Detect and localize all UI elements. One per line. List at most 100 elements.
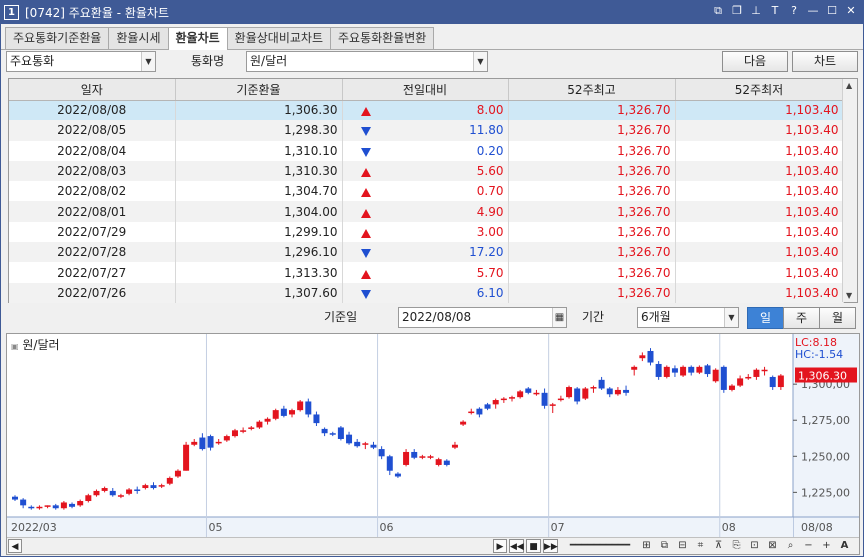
- period-button-1[interactable]: 주: [783, 307, 820, 329]
- table-row[interactable]: 2022/08/04 1,310.10 0.20 1,326.70 1,103.40: [9, 140, 844, 161]
- candlestick-chart[interactable]: 1,300,001,275,001,250,001,225,002022/03 0…: [7, 334, 859, 537]
- line-tool-icon[interactable]: ⊼: [711, 539, 726, 553]
- candle-body: [614, 389, 621, 395]
- zoom-slider[interactable]: ━━━━━━━━━━: [565, 539, 635, 553]
- toolbar: 주요통화 ▼ 통화명 원/달러 ▼ 다음 차트: [6, 51, 861, 73]
- currency-group-select[interactable]: 주요통화 ▼: [6, 51, 156, 72]
- scroll-left-icon[interactable]: ◀: [8, 539, 22, 553]
- up-triangle-icon: [360, 188, 371, 198]
- tab-3[interactable]: 환율상대비교차트: [226, 27, 331, 49]
- change-value: 0.20: [476, 143, 504, 158]
- candle-body: [394, 473, 401, 477]
- rate-table: 일자 기준환율 전일대비 52주최고 52주최저 2022/08/08 1,306.30 8…: [8, 78, 858, 303]
- table-scrollbar[interactable]: ▲ ▼: [842, 79, 857, 302]
- column-header[interactable]: 52주최고: [508, 79, 676, 101]
- scroll-right-icon[interactable]: ▶: [493, 539, 507, 553]
- date-cell: 2022/07/29: [9, 221, 176, 243]
- indicator-icon[interactable]: ⌗: [693, 539, 708, 553]
- column-header[interactable]: 전일대비: [342, 79, 509, 101]
- change-value: 3.00: [476, 224, 504, 239]
- candle-body: [386, 456, 393, 471]
- chart-button[interactable]: 차트: [792, 51, 858, 72]
- save-image-icon[interactable]: ⊠: [765, 539, 780, 553]
- candle-body: [728, 385, 735, 390]
- calendar-icon[interactable]: ▦: [552, 308, 566, 327]
- scroll-down-icon[interactable]: ▼: [846, 291, 852, 300]
- chevron-down-icon[interactable]: ▼: [141, 52, 155, 71]
- table-row[interactable]: 2022/08/02 1,304.70 0.70 1,326.70 1,103.40: [9, 181, 844, 202]
- up-triangle-icon: [360, 168, 371, 178]
- close-icon[interactable]: ✕: [844, 3, 858, 19]
- tab-2[interactable]: 환율차트: [167, 27, 228, 50]
- table-header-row: 일자 기준환율 전일대비 52주최고 52주최저: [9, 79, 844, 101]
- period-value: 6개월: [641, 310, 671, 324]
- candle-body: [468, 411, 475, 414]
- scroll-up-icon[interactable]: ▲: [846, 81, 852, 90]
- candle-body: [28, 506, 35, 509]
- table-row[interactable]: 2022/08/03 1,310.30 5.60 1,326.70 1,103.40: [9, 160, 844, 182]
- zoom-out-icon[interactable]: −: [801, 539, 816, 553]
- candle-body: [370, 444, 377, 448]
- candle-body: [557, 398, 564, 401]
- next-button[interactable]: 다음: [722, 51, 788, 72]
- chevron-down-icon[interactable]: ▼: [473, 52, 487, 71]
- currency-name-select[interactable]: 원/달러 ▼: [246, 51, 488, 72]
- table-row[interactable]: 2022/08/08 1,306.30 8.00 1,326.70 1,103.40: [9, 100, 844, 121]
- maximize-icon[interactable]: ☐: [825, 3, 839, 19]
- window-icon[interactable]: ⧉: [657, 539, 672, 553]
- rate-cell: 1,310.30: [175, 160, 343, 182]
- high-52w-cell: 1,326.70: [508, 282, 676, 303]
- tab-1[interactable]: 환율시세: [108, 27, 169, 49]
- table-row[interactable]: 2022/07/29 1,299.10 3.00 1,326.70 1,103.40: [9, 221, 844, 243]
- candle-body: [44, 505, 51, 507]
- column-header[interactable]: 기준환율: [175, 79, 343, 101]
- table-row[interactable]: 2022/07/28 1,296.10 17.20 1,326.70 1,103.40: [9, 242, 844, 263]
- candle-body: [280, 408, 287, 416]
- font-size-icon[interactable]: T: [768, 3, 782, 19]
- copy-window-icon[interactable]: ❐: [730, 3, 744, 19]
- minimize-icon[interactable]: —: [806, 3, 820, 19]
- auto-scale-icon[interactable]: A: [837, 539, 852, 553]
- candle-body: [696, 366, 703, 373]
- table-row[interactable]: 2022/07/27 1,313.30 5.70 1,326.70 1,103.40: [9, 262, 844, 283]
- fast-forward-icon[interactable]: ▶▶: [543, 539, 558, 553]
- pin-icon[interactable]: ⊥: [749, 3, 763, 19]
- column-header[interactable]: 52주최저: [675, 79, 844, 101]
- candle-body: [623, 389, 630, 393]
- table-row[interactable]: 2022/08/01 1,304.00 4.90 1,326.70 1,103.40: [9, 201, 844, 222]
- rate-cell: 1,310.10: [175, 140, 343, 161]
- rate-cell: 1,298.30: [175, 120, 343, 141]
- date-cell: 2022/08/04: [9, 140, 176, 161]
- currency-name-label: 통화명: [191, 54, 225, 68]
- period-button-2[interactable]: 월: [819, 307, 856, 329]
- stop-icon[interactable]: ■: [526, 539, 541, 553]
- zoom-icon[interactable]: ⌕: [783, 539, 798, 553]
- change-value: 4.90: [476, 204, 504, 219]
- base-date-input[interactable]: 2022/08/08 ▦: [398, 307, 567, 328]
- change-value: 11.80: [469, 123, 504, 138]
- layout-icon[interactable]: ⊞: [639, 539, 654, 553]
- candle-body: [533, 392, 540, 395]
- y-axis-panel: [793, 334, 859, 537]
- tab-0[interactable]: 주요통화기준환율: [5, 27, 110, 49]
- low-52w-cell: 1,103.40: [675, 181, 844, 202]
- candle-body: [256, 421, 263, 428]
- link-icon[interactable]: ⧉: [711, 3, 725, 19]
- period-select[interactable]: 6개월 ▼: [637, 307, 739, 328]
- candle-body: [305, 401, 312, 415]
- grid-icon[interactable]: ⊟: [675, 539, 690, 553]
- zoom-in-icon[interactable]: +: [819, 539, 834, 553]
- period-button-0[interactable]: 일: [747, 307, 784, 329]
- table-row[interactable]: 2022/08/05 1,298.30 11.80 1,326.70 1,103.40: [9, 120, 844, 141]
- copy-icon[interactable]: ⎘: [729, 539, 744, 553]
- chevron-down-icon[interactable]: ▼: [724, 308, 738, 327]
- image-icon[interactable]: ⊡: [747, 539, 762, 553]
- change-value: 5.70: [476, 265, 504, 280]
- help-icon[interactable]: ?: [787, 3, 801, 19]
- tab-4[interactable]: 주요통화환율변환: [330, 27, 435, 49]
- period-label: 기간: [582, 310, 605, 324]
- date-cell: 2022/08/05: [9, 120, 176, 141]
- rewind-icon[interactable]: ◀◀: [509, 539, 524, 553]
- table-row[interactable]: 2022/07/26 1,307.60 6.10 1,326.70 1,103.40: [9, 282, 844, 303]
- column-header[interactable]: 일자: [9, 79, 176, 101]
